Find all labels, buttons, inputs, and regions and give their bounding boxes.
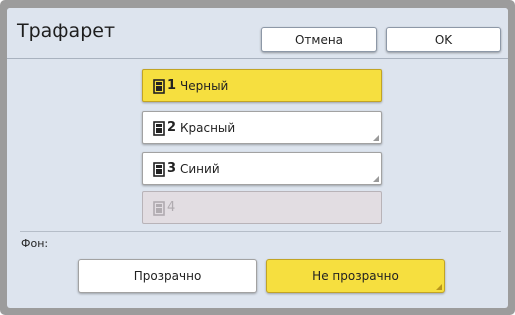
ok-button[interactable]: OK — [386, 27, 501, 52]
drum-slot-3[interactable]: 3 Синий — [142, 152, 382, 185]
opaque-button[interactable]: Не прозрачно — [266, 259, 445, 293]
drum-icon — [153, 79, 165, 94]
drum-color-label: Черный — [180, 79, 229, 93]
window-frame: Трафарет Отмена OK 1 Черный 2 Красный 3 … — [0, 0, 515, 315]
drum-slot-4: 4 — [142, 191, 382, 224]
corner-marker-icon — [373, 135, 379, 141]
drum-number: 4 — [167, 200, 176, 215]
drum-color-label: Синий — [180, 162, 220, 176]
drum-number: 2 — [167, 120, 177, 135]
dialog-title: Трафарет — [17, 20, 116, 42]
stencil-dialog: Трафарет Отмена OK 1 Черный 2 Красный 3 … — [7, 8, 508, 308]
drum-number: 3 — [167, 161, 177, 176]
background-label: Фон: — [21, 237, 49, 250]
drum-color-label: Красный — [180, 121, 236, 135]
drum-number: 1 — [167, 78, 177, 93]
section-divider — [20, 231, 501, 232]
header-divider — [7, 58, 508, 59]
drum-icon — [153, 201, 165, 216]
cancel-button[interactable]: Отмена — [261, 27, 377, 52]
transparent-button[interactable]: Прозрачно — [78, 259, 257, 293]
drum-icon — [153, 121, 165, 136]
corner-marker-icon — [373, 176, 379, 182]
opaque-button-label: Не прозрачно — [312, 269, 399, 283]
corner-marker-icon — [436, 284, 442, 290]
drum-slot-1[interactable]: 1 Черный — [142, 69, 382, 102]
drum-icon — [153, 162, 165, 177]
dialog-header: Трафарет Отмена OK — [7, 8, 508, 58]
drum-slot-2[interactable]: 2 Красный — [142, 111, 382, 144]
